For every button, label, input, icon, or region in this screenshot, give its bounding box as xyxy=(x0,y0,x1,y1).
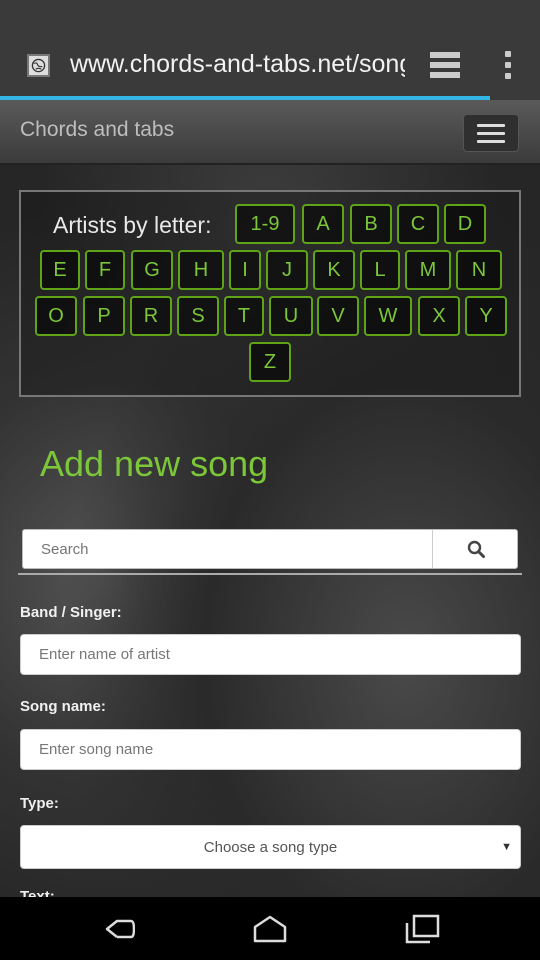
type-label: Type: xyxy=(20,795,59,812)
letter-button-p[interactable]: P xyxy=(83,296,125,336)
song-type-select[interactable]: Choose a song type ▼ xyxy=(20,825,521,869)
letter-button-z[interactable]: Z xyxy=(249,342,291,382)
letter-button-r[interactable]: R xyxy=(130,296,172,336)
letter-button-e[interactable]: E xyxy=(40,250,80,290)
search-icon[interactable] xyxy=(433,530,518,568)
dropdown-arrow-icon: ▼ xyxy=(501,841,512,853)
recents-icon[interactable] xyxy=(392,909,452,949)
artists-by-letter-label: Artists by letter: xyxy=(53,212,212,238)
site-title[interactable]: Chords and tabs xyxy=(20,118,174,142)
letter-button-h[interactable]: H xyxy=(178,250,224,290)
letter-button-a[interactable]: A xyxy=(302,204,344,244)
globe-icon[interactable] xyxy=(27,54,50,77)
song-name-input[interactable] xyxy=(20,729,521,770)
search-bar xyxy=(22,529,518,569)
add-new-song-title: Add new song xyxy=(40,443,269,484)
letter-button-i[interactable]: I xyxy=(229,250,261,290)
letter-button-b[interactable]: B xyxy=(350,204,392,244)
letter-button-d[interactable]: D xyxy=(444,204,486,244)
system-nav-bar xyxy=(0,897,540,960)
web-page: Chords and tabs Artists by letter: 1-9 A B… xyxy=(0,100,540,897)
letter-button-s[interactable]: S xyxy=(177,296,219,336)
overflow-menu-icon[interactable] xyxy=(496,48,520,82)
song-type-selected: Choose a song type xyxy=(203,838,338,856)
letter-button-c[interactable]: C xyxy=(397,204,439,244)
search-input[interactable] xyxy=(23,530,433,568)
text-label: Text: xyxy=(20,888,55,897)
letter-button-y[interactable]: Y xyxy=(465,296,507,336)
site-header: Chords and tabs xyxy=(0,100,540,165)
letter-button-o[interactable]: O xyxy=(35,296,77,336)
letter-button-l[interactable]: L xyxy=(360,250,400,290)
divider xyxy=(18,573,522,575)
letter-button-j[interactable]: J xyxy=(266,250,308,290)
letter-button-u[interactable]: U xyxy=(269,296,313,336)
tabs-icon[interactable] xyxy=(428,50,462,80)
letter-button-k[interactable]: K xyxy=(313,250,355,290)
home-icon[interactable] xyxy=(240,909,300,949)
hamburger-icon[interactable] xyxy=(463,114,519,152)
back-icon[interactable] xyxy=(88,909,148,949)
band-singer-label: Band / Singer: xyxy=(20,604,122,621)
letter-button-1-9[interactable]: 1-9 xyxy=(235,204,295,244)
letter-button-m[interactable]: M xyxy=(405,250,451,290)
song-name-label: Song name: xyxy=(20,698,106,715)
artists-by-letter-panel: Artists by letter: 1-9 A B C D E F G H I J K L M N O P R S… xyxy=(19,190,521,397)
letter-button-w[interactable]: W xyxy=(364,296,412,336)
letter-button-x[interactable]: X xyxy=(418,296,460,336)
letter-button-n[interactable]: N xyxy=(456,250,502,290)
browser-url-bar: www.chords-and-tabs.net/song, xyxy=(0,0,540,100)
letter-button-g[interactable]: G xyxy=(131,250,173,290)
letter-button-v[interactable]: V xyxy=(317,296,359,336)
letter-button-t[interactable]: T xyxy=(224,296,264,336)
url-text[interactable]: www.chords-and-tabs.net/song, xyxy=(70,50,405,82)
letter-button-f[interactable]: F xyxy=(85,250,125,290)
artist-name-input[interactable] xyxy=(20,634,521,675)
